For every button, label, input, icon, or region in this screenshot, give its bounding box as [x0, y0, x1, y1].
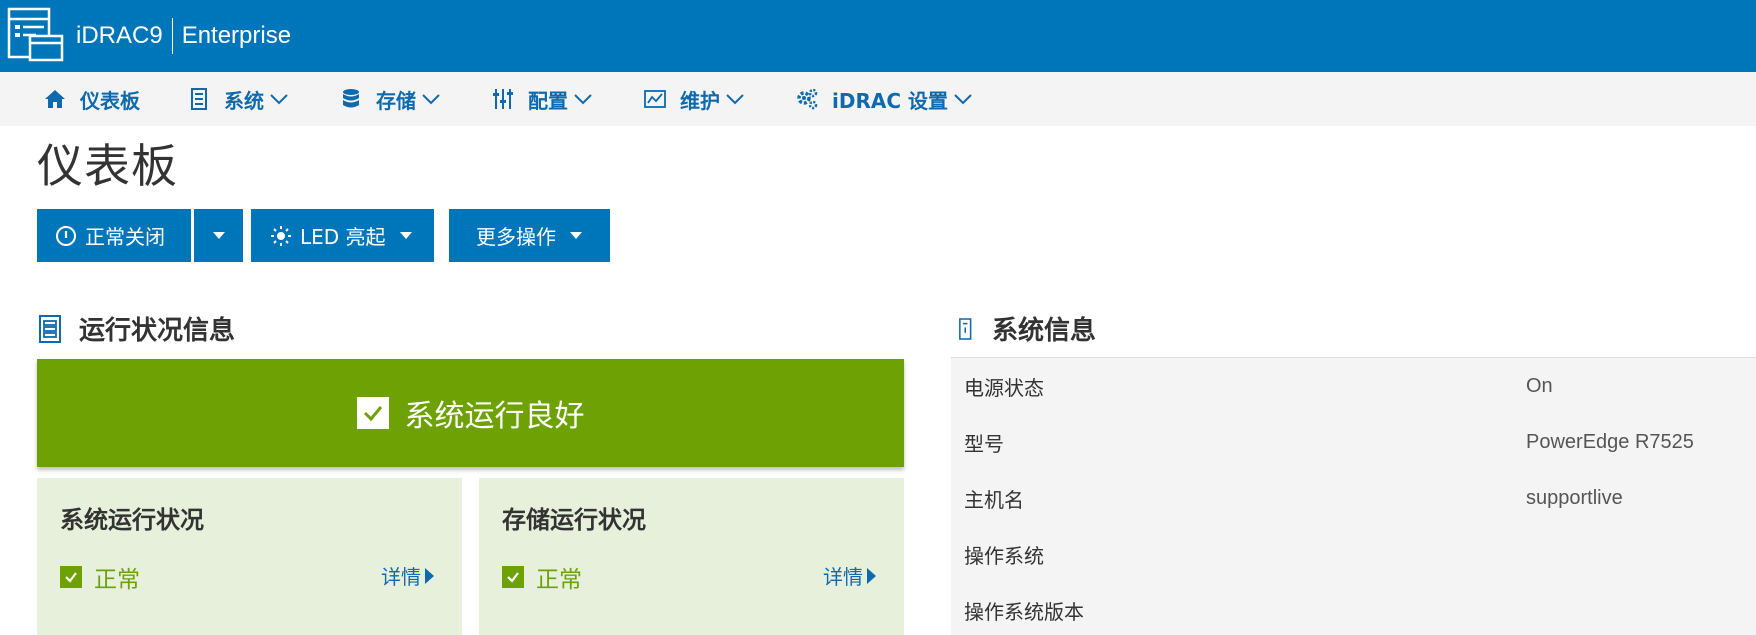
checkbox-check-icon: [502, 566, 524, 588]
health-list-icon: [39, 314, 61, 343]
info-value: supportlive: [1526, 486, 1623, 509]
sliders-icon: [492, 88, 514, 110]
chevron-down-icon: [954, 94, 972, 105]
server-icon: [188, 88, 210, 110]
brand-divider: [171, 18, 173, 54]
nav-item-label: 存储: [376, 88, 416, 113]
system-info-heading-text: 系统信息: [992, 316, 1097, 346]
nav-item-storage[interactable]: 存储: [340, 72, 440, 126]
info-row-os: 操作系统: [951, 526, 1756, 582]
power-icon: [56, 225, 76, 246]
nav-item-label: 仪表板: [80, 88, 140, 113]
chevron-down-icon: [574, 94, 592, 105]
info-key: 操作系统版本: [964, 599, 1084, 624]
info-key: 型号: [964, 431, 1004, 456]
server-tower-icon: [959, 317, 972, 340]
nav-item-label: 系统: [224, 88, 264, 113]
status-indicator: 正常: [502, 560, 582, 594]
more-actions-label: 更多操作: [476, 225, 556, 249]
health-heading-text: 运行状况信息: [79, 316, 236, 346]
status-text: 正常: [94, 567, 140, 593]
info-row-hostname: 主机名 supportlive: [951, 470, 1756, 526]
nav-item-label: iDRAC 设置: [832, 88, 948, 113]
info-value: PowerEdge R7525: [1526, 430, 1694, 453]
nav-item-label: 配置: [528, 88, 568, 113]
info-key: 主机名: [964, 487, 1024, 512]
system-info-heading: 系统信息: [956, 310, 1096, 347]
status-text: 正常: [536, 567, 582, 593]
product-edition: Enterprise: [181, 22, 292, 49]
info-value: On: [1526, 374, 1553, 397]
product-name: iDRAC9: [76, 22, 163, 49]
nav-item-maintenance[interactable]: 维护: [644, 72, 744, 126]
chart-icon: [644, 88, 666, 110]
led-identify-button[interactable]: LED 亮起: [251, 209, 434, 262]
graceful-shutdown-button[interactable]: 正常关闭: [37, 209, 191, 262]
graceful-shutdown-label: 正常关闭: [85, 225, 165, 249]
info-row-model: 型号 PowerEdge R7525: [951, 414, 1756, 470]
caret-down-icon: [570, 232, 582, 239]
power-options-dropdown-button[interactable]: [194, 209, 243, 262]
main-nav: 仪表板 系统 存储 配置 维护 iDRAC 设置: [0, 72, 1756, 126]
info-key: 操作系统: [964, 543, 1044, 568]
info-row-power-state: 电源状态 On: [951, 358, 1756, 414]
led-identify-label: LED 亮起: [300, 225, 386, 249]
card-title: 存储运行状况: [502, 506, 646, 534]
health-section-heading: 运行状况信息: [37, 310, 235, 347]
sun-icon: [271, 225, 291, 246]
system-health-card: 系统运行状况 正常 详情: [37, 478, 462, 635]
gears-icon: [796, 88, 818, 110]
caret-down-icon: [212, 232, 225, 239]
chevron-down-icon: [270, 94, 288, 105]
nav-item-configuration[interactable]: 配置: [492, 72, 592, 126]
system-health-banner: 系统运行良好: [37, 359, 904, 467]
page-title: 仪表板: [37, 139, 178, 193]
caret-right-icon: [867, 567, 876, 584]
health-banner-text: 系统运行良好: [404, 399, 585, 434]
status-indicator: 正常: [60, 560, 140, 594]
home-icon: [44, 88, 66, 110]
chevron-down-icon: [726, 94, 744, 105]
info-row-os-version: 操作系统版本: [951, 582, 1756, 635]
checkbox-check-icon: [356, 397, 389, 429]
top-header-bar: iDRAC9 Enterprise: [0, 0, 1756, 72]
storage-health-details-link[interactable]: 详情: [823, 561, 876, 590]
storage-health-card: 存储运行状况 正常 详情: [479, 478, 904, 635]
system-health-details-link[interactable]: 详情: [381, 561, 434, 590]
idrac-logo-icon: [6, 5, 68, 67]
chevron-down-icon: [422, 94, 440, 105]
details-link-label: 详情: [823, 565, 863, 589]
caret-down-icon: [399, 232, 412, 239]
nav-item-system[interactable]: 系统: [188, 72, 288, 126]
database-icon: [340, 88, 362, 110]
details-link-label: 详情: [381, 565, 421, 589]
nav-item-idrac-settings[interactable]: iDRAC 设置: [796, 72, 972, 126]
info-key: 电源状态: [964, 375, 1044, 400]
system-info-table: 电源状态 On 型号 PowerEdge R7525 主机名 supportli…: [951, 357, 1756, 635]
checkbox-check-icon: [60, 566, 82, 588]
nav-item-label: 维护: [680, 88, 720, 113]
card-title: 系统运行状况: [60, 506, 204, 534]
caret-right-icon: [425, 567, 434, 584]
more-actions-button[interactable]: 更多操作: [449, 209, 610, 262]
nav-item-dashboard[interactable]: 仪表板: [44, 72, 140, 126]
